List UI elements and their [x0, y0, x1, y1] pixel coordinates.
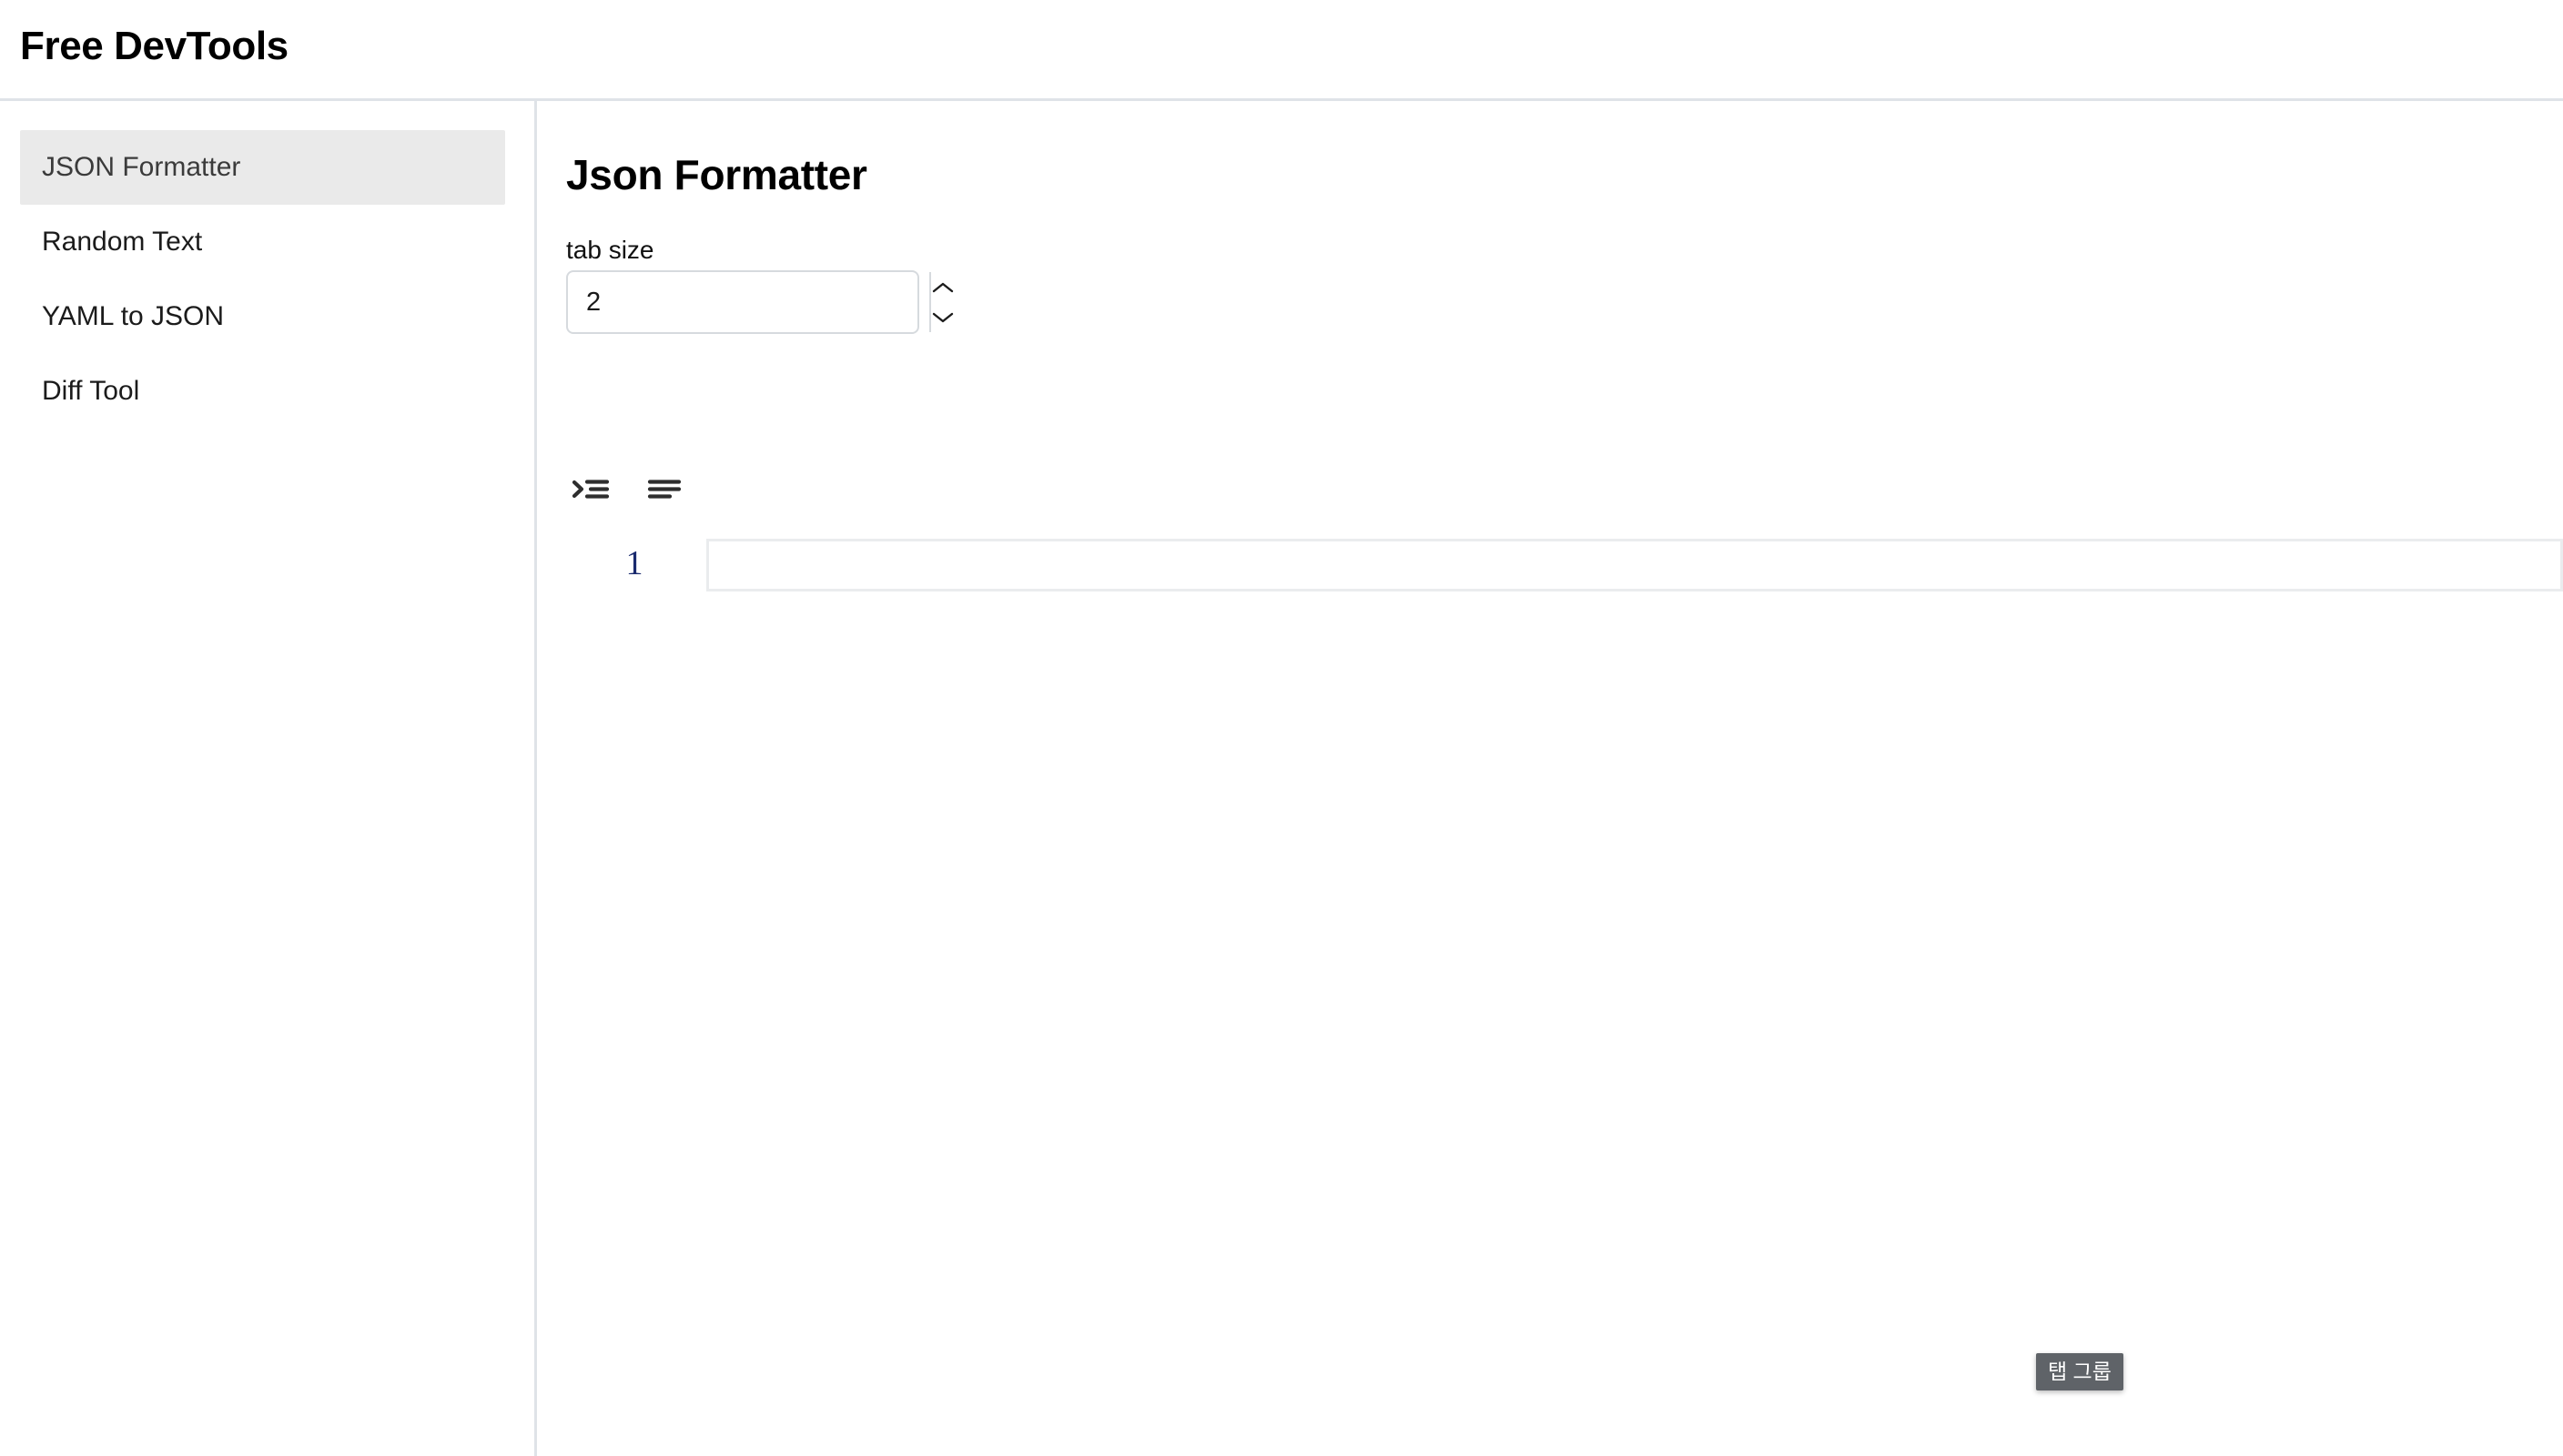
format-indent-button[interactable] — [563, 465, 618, 516]
app-title: Free DevTools — [20, 24, 289, 68]
tab-size-label: tab size — [566, 236, 654, 264]
align-left-icon — [646, 475, 684, 506]
json-editor: 1 — [540, 539, 2563, 1456]
tab-size-input[interactable] — [568, 272, 929, 332]
sidebar-item-label: Diff Tool — [42, 376, 140, 406]
tab-size-field[interactable] — [566, 270, 954, 334]
chevron-up-icon[interactable] — [931, 272, 955, 302]
sidebar-item-label: YAML to JSON — [42, 301, 225, 331]
sidebar-item-label: JSON Formatter — [42, 152, 241, 182]
sidebar: JSON Formatter Random Text YAML to JSON … — [0, 101, 537, 1456]
sidebar-item-json-formatter[interactable]: JSON Formatter — [20, 130, 505, 205]
app-header: Free DevTools — [0, 0, 2563, 101]
editor-line-row: 1 — [540, 539, 2563, 597]
main-panel: Json Formatter tab size 2 1 — [540, 101, 2563, 1456]
line-number: 1 — [625, 544, 643, 582]
sidebar-item-diff-tool[interactable]: Diff Tool — [20, 354, 505, 429]
editor-toolbar — [563, 465, 693, 516]
tab-group-tooltip: 탭 그룹 — [2036, 1353, 2123, 1390]
tab-size-stepper[interactable] — [929, 272, 955, 332]
editor-line-input[interactable] — [706, 539, 2563, 592]
chevron-down-icon[interactable] — [931, 302, 955, 332]
body-wrapper: JSON Formatter Random Text YAML to JSON … — [0, 101, 2563, 1456]
sidebar-item-label: Random Text — [42, 227, 203, 257]
minify-button[interactable] — [638, 465, 693, 516]
indent-increase-icon — [572, 475, 610, 506]
page-title: Json Formatter — [566, 151, 867, 198]
sidebar-item-yaml-to-json[interactable]: YAML to JSON — [20, 279, 505, 354]
page-root: Free DevTools JSON Formatter Random Text… — [0, 0, 2563, 1456]
sidebar-item-random-text[interactable]: Random Text — [20, 205, 505, 279]
